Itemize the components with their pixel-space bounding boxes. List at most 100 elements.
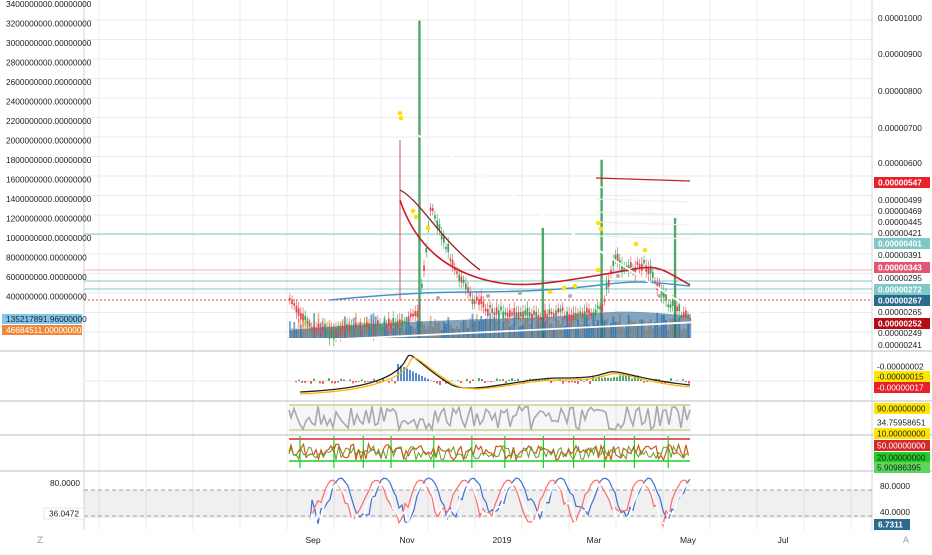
time-axis-label: May [680,535,697,545]
candle-body [665,294,667,300]
candle-body [689,318,691,320]
candle-body [359,323,361,327]
candle-body [577,313,579,316]
macd-histogram-bar [298,380,300,381]
macd-histogram-bar [301,381,303,383]
grid-lines [0,0,932,530]
macd-histogram-bar [427,379,429,381]
candle-body [599,307,601,310]
macd-histogram-bar [631,379,633,381]
candle-body [465,283,467,289]
candle-body [672,301,674,306]
candle-body [615,255,617,259]
macd-histogram-bar [619,375,621,381]
candle-body [337,327,339,332]
candle-body [315,327,317,331]
volume-profile-line [596,199,690,202]
signal-marker [426,226,431,231]
candle-body [553,313,555,316]
candle-body [390,325,392,329]
candle-body [392,318,394,326]
candle-body [557,308,559,312]
candle-body [612,260,614,266]
candle-body [447,244,449,252]
candle-body [346,324,348,330]
candle-body [333,332,335,339]
macd-histogram-bar [373,379,375,381]
macd-histogram-bar [589,381,591,384]
auto-scale-button[interactable]: A [899,534,913,548]
left-axis-tick: 600000000.00000000 [6,272,87,282]
candle-body [487,309,489,316]
right-axis-badge-label: 0.00000252 [878,319,922,329]
macd-histogram-bar [568,381,570,383]
candle-body [375,327,377,329]
candle-body [326,331,328,334]
time-axis-label: Jul [778,535,789,545]
candle-body [516,312,518,318]
candle-body [340,330,342,336]
macd-histogram-bar [670,378,672,381]
zoom-button[interactable]: Z [33,534,47,548]
candle-body [474,300,476,304]
candle-body [630,262,632,267]
macd-histogram-bar [412,372,414,382]
candle-body [318,324,320,329]
candle-body [483,302,485,308]
left-axis-tick: 3400000000.00000000 [6,0,92,9]
macd-histogram-bar [313,379,315,381]
candle-body [342,326,344,330]
macd-histogram-bar [304,381,306,383]
candle-body [529,312,531,317]
candle-body [586,308,588,313]
candle-body [461,276,463,282]
candle-body [520,312,522,317]
price-pane[interactable] [84,21,872,346]
left-axis-tick: 1200000000.00000000 [6,214,92,224]
candle-body [667,305,669,308]
candle-body [434,215,436,218]
chart-root[interactable]: 3400000000.000000003200000000.0000000030… [0,0,932,550]
candle-body [489,305,491,308]
macd-pane[interactable] [84,355,872,394]
macd-axis-badge-label: -0.00000015 [877,372,924,382]
candle-body [643,260,645,263]
macd-histogram-bar [394,381,396,383]
candle-body [496,308,498,315]
macd-histogram-bar [616,377,618,381]
volume-profile-line [596,187,690,190]
candle-body [311,327,313,330]
trendline [418,135,710,321]
macd-histogram-bar [451,380,453,381]
candle-body [373,327,375,334]
candle-body [546,314,548,318]
candle-body [527,308,529,316]
macd-histogram-bar [517,379,519,381]
candle-body [645,265,647,271]
macd-histogram-bar [436,381,438,384]
stoch-rsi-pane[interactable] [84,478,872,529]
right-axis-badge-label: 0.00000401 [878,239,922,249]
signal-marker [411,209,416,214]
macd-histogram-bar [562,381,564,384]
macd-histogram-bar [433,381,435,382]
right-axis-tick: 0.00000391 [878,250,922,260]
candle-body [670,305,672,308]
trading-chart[interactable]: 3400000000.000000003200000000.0000000030… [0,0,932,550]
candle-body [406,321,408,324]
macd-histogram-bar [337,381,339,383]
macd-histogram-bar [514,380,516,381]
right-axis-tick: 0.00000249 [878,328,922,338]
macd-histogram-bar [409,370,411,381]
macd-histogram-bar [625,376,627,381]
candle-body [681,316,683,318]
rsi-pane[interactable] [289,404,691,468]
candle-body [320,329,322,331]
candle-body [458,274,460,281]
macd-histogram-bar [688,381,690,384]
candle-body [384,320,386,324]
candle-body [414,311,416,316]
macd-histogram-bar [364,381,366,383]
left-axis-tick: 800000000.00000000 [6,253,87,263]
left-axis-tick: 3200000000.00000000 [6,19,92,29]
